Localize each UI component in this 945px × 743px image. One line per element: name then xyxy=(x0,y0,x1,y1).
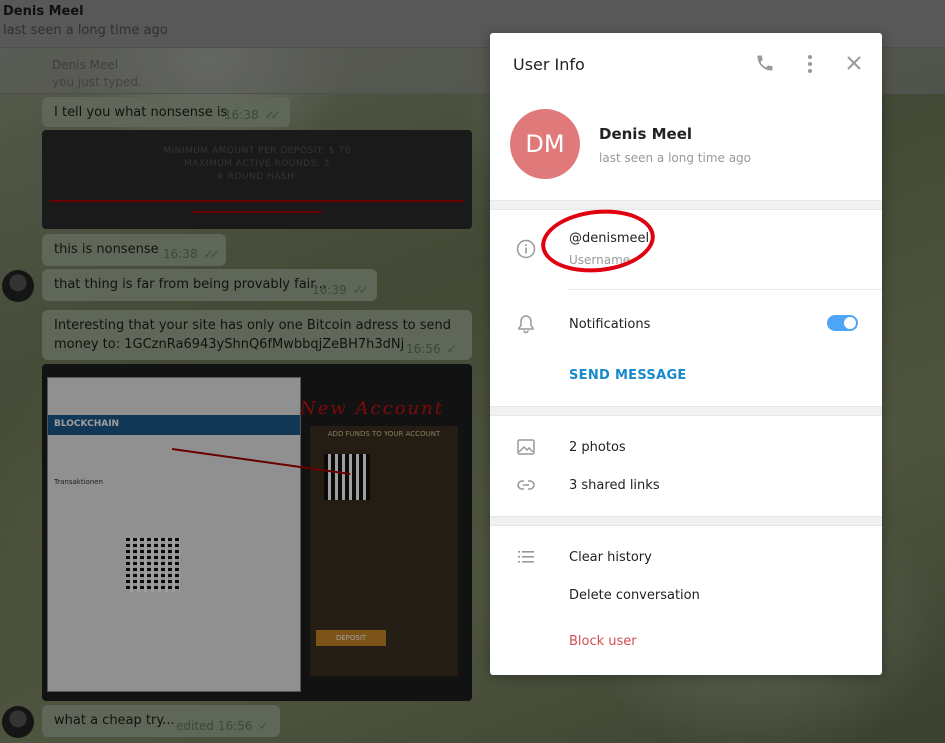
send-message-button[interactable]: SEND MESSAGE xyxy=(569,368,687,383)
section-divider xyxy=(490,406,882,416)
user-info-panel: User Info DM Denis Meel last seen a long… xyxy=(490,33,882,675)
section-divider xyxy=(490,200,882,210)
close-icon[interactable] xyxy=(846,55,862,71)
annotation-circle xyxy=(538,204,658,278)
row-divider xyxy=(567,289,882,290)
delete-conversation-button[interactable]: Delete conversation xyxy=(569,588,700,603)
bell-icon xyxy=(518,315,534,334)
list-icon xyxy=(518,551,534,563)
user-avatar[interactable]: DM xyxy=(510,109,580,179)
link-icon xyxy=(517,480,535,490)
more-vertical-icon[interactable] xyxy=(803,54,817,74)
notifications-toggle[interactable] xyxy=(827,315,858,331)
user-status: last seen a long time ago xyxy=(599,151,752,165)
section-divider xyxy=(490,516,882,526)
panel-title: User Info xyxy=(513,55,585,74)
phone-icon[interactable] xyxy=(755,53,775,73)
shared-links-item[interactable]: 3 shared links xyxy=(569,478,660,493)
block-user-button[interactable]: Block user xyxy=(569,634,637,649)
photo-icon xyxy=(517,439,535,455)
info-icon xyxy=(516,239,536,259)
notifications-label: Notifications xyxy=(569,317,651,332)
photos-item[interactable]: 2 photos xyxy=(569,440,626,455)
clear-history-button[interactable]: Clear history xyxy=(569,550,652,565)
user-name: Denis Meel xyxy=(599,125,693,143)
